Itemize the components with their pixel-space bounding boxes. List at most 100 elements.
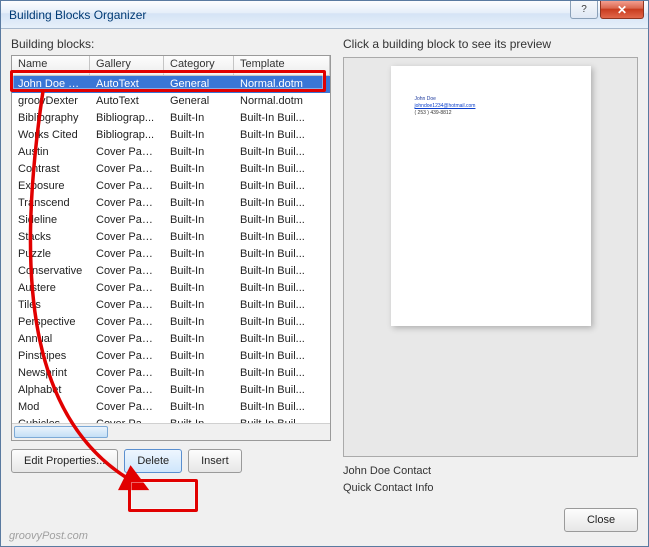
table-row[interactable]: groovDexterAutoTextGeneralNormal.dotm [12, 93, 330, 110]
cell-gallery: Cover Pages [90, 314, 164, 331]
cell-template: Built-In Buil... [234, 110, 330, 127]
dialog-window: Building Blocks Organizer ? ✕ Building b… [0, 0, 649, 547]
cell-template: Built-In Buil... [234, 416, 330, 423]
column-template[interactable]: Template [234, 56, 330, 75]
help-button[interactable]: ? [570, 1, 598, 19]
titlebar-buttons: ? ✕ [570, 1, 644, 19]
cell-template: Built-In Buil... [234, 263, 330, 280]
cell-template: Normal.dotm [234, 76, 330, 93]
cell-gallery: Cover Pages [90, 144, 164, 161]
cell-gallery: Cover Pages [90, 297, 164, 314]
cell-name: Austere [12, 280, 90, 297]
cell-name: Tiles [12, 297, 90, 314]
preview-line-phone: ( 253 ) 439-8812 [415, 110, 567, 117]
cell-category: Built-In [164, 144, 234, 161]
cell-name: John Doe C... [12, 76, 90, 93]
cell-template: Built-In Buil... [234, 314, 330, 331]
cell-category: Built-In [164, 246, 234, 263]
cell-gallery: Cover Pages [90, 382, 164, 399]
cell-name: Annual [12, 331, 90, 348]
preview-line-email: johndoe1234@hotmail.com [415, 103, 567, 110]
table-row[interactable]: SidelineCover PagesBuilt-InBuilt-In Buil… [12, 212, 330, 229]
cell-name: Works Cited [12, 127, 90, 144]
cell-category: Built-In [164, 280, 234, 297]
horizontal-scrollbar[interactable] [12, 423, 330, 440]
cell-template: Built-In Buil... [234, 212, 330, 229]
cell-gallery: Bibliograp... [90, 127, 164, 144]
cell-gallery: Cover Pages [90, 399, 164, 416]
cell-category: Built-In [164, 229, 234, 246]
cell-gallery: Bibliograp... [90, 110, 164, 127]
titlebar[interactable]: Building Blocks Organizer ? ✕ [1, 1, 648, 29]
table-row[interactable]: John Doe C...AutoTextGeneralNormal.dotm [12, 76, 330, 93]
preview-page: John Doe johndoe1234@hotmail.com ( 253 )… [391, 66, 591, 326]
column-name[interactable]: Name [12, 56, 90, 75]
table-row[interactable]: Works CitedBibliograp...Built-InBuilt-In… [12, 127, 330, 144]
table-body[interactable]: John Doe C...AutoTextGeneralNormal.dotmg… [12, 76, 330, 423]
cell-template: Built-In Buil... [234, 246, 330, 263]
cell-category: Built-In [164, 331, 234, 348]
building-blocks-table: Name Gallery Category Template John Doe … [11, 55, 331, 441]
cell-name: Perspective [12, 314, 90, 331]
cell-name: Contrast [12, 161, 90, 178]
cell-gallery: AutoText [90, 93, 164, 110]
cell-category: General [164, 93, 234, 110]
delete-button[interactable]: Delete [124, 449, 182, 473]
cell-category: General [164, 76, 234, 93]
table-row[interactable]: TilesCover PagesBuilt-InBuilt-In Buil... [12, 297, 330, 314]
table-row[interactable]: AustereCover PagesBuilt-InBuilt-In Buil.… [12, 280, 330, 297]
preview-box: John Doe johndoe1234@hotmail.com ( 253 )… [343, 57, 638, 457]
right-pane: Click a building block to see its previe… [343, 37, 638, 496]
cell-gallery: Cover Pages [90, 195, 164, 212]
table-row[interactable]: NewsprintCover PagesBuilt-InBuilt-In Bui… [12, 365, 330, 382]
window-title: Building Blocks Organizer [9, 8, 146, 22]
horizontal-scrollbar-thumb[interactable] [14, 426, 108, 438]
table-row[interactable]: BibliographyBibliograp...Built-InBuilt-I… [12, 110, 330, 127]
table-row[interactable]: AlphabetCover PagesBuilt-InBuilt-In Buil… [12, 382, 330, 399]
watermark: groovyPost.com [9, 530, 88, 542]
table-row[interactable]: PuzzleCover PagesBuilt-InBuilt-In Buil..… [12, 246, 330, 263]
table-row[interactable]: PerspectiveCover PagesBuilt-InBuilt-In B… [12, 314, 330, 331]
insert-button[interactable]: Insert [188, 449, 242, 473]
preview-name-label: John Doe Contact [343, 463, 638, 480]
close-button[interactable]: Close [564, 508, 638, 532]
column-category[interactable]: Category [164, 56, 234, 75]
column-gallery[interactable]: Gallery [90, 56, 164, 75]
cell-category: Built-In [164, 416, 234, 423]
preview-label: Click a building block to see its previe… [343, 37, 638, 51]
table-row[interactable]: ContrastCover PagesBuilt-InBuilt-In Buil… [12, 161, 330, 178]
cell-name: Newsprint [12, 365, 90, 382]
table-row[interactable]: StacksCover PagesBuilt-InBuilt-In Buil..… [12, 229, 330, 246]
cell-name: Conservative [12, 263, 90, 280]
cell-category: Built-In [164, 382, 234, 399]
cell-template: Built-In Buil... [234, 178, 330, 195]
cell-category: Built-In [164, 161, 234, 178]
table-row[interactable]: ModCover PagesBuilt-InBuilt-In Buil... [12, 399, 330, 416]
cell-category: Built-In [164, 195, 234, 212]
table-row[interactable]: TranscendCover PagesBuilt-InBuilt-In Bui… [12, 195, 330, 212]
cell-category: Built-In [164, 314, 234, 331]
table-row[interactable]: ConservativeCover PagesBuilt-InBuilt-In … [12, 263, 330, 280]
cell-name: Puzzle [12, 246, 90, 263]
cell-name: Pinstripes [12, 348, 90, 365]
table-row[interactable]: CubiclesCover PagesBuilt-InBuilt-In Buil… [12, 416, 330, 423]
edit-properties-button[interactable]: Edit Properties... [11, 449, 118, 473]
cell-gallery: Cover Pages [90, 416, 164, 423]
cell-gallery: Cover Pages [90, 331, 164, 348]
close-window-button[interactable]: ✕ [600, 1, 644, 19]
cell-gallery: Cover Pages [90, 229, 164, 246]
table-row[interactable]: AnnualCover PagesBuilt-InBuilt-In Buil..… [12, 331, 330, 348]
cell-template: Built-In Buil... [234, 161, 330, 178]
table-row[interactable]: PinstripesCover PagesBuilt-InBuilt-In Bu… [12, 348, 330, 365]
cell-category: Built-In [164, 110, 234, 127]
cell-gallery: Cover Pages [90, 212, 164, 229]
cell-template: Built-In Buil... [234, 127, 330, 144]
cell-name: Exposure [12, 178, 90, 195]
cell-name: Cubicles [12, 416, 90, 423]
help-icon: ? [581, 4, 587, 15]
cell-template: Built-In Buil... [234, 280, 330, 297]
table-row[interactable]: ExposureCover PagesBuilt-InBuilt-In Buil… [12, 178, 330, 195]
cell-name: Bibliography [12, 110, 90, 127]
cell-template: Built-In Buil... [234, 365, 330, 382]
table-row[interactable]: AustinCover PagesBuilt-InBuilt-In Buil..… [12, 144, 330, 161]
